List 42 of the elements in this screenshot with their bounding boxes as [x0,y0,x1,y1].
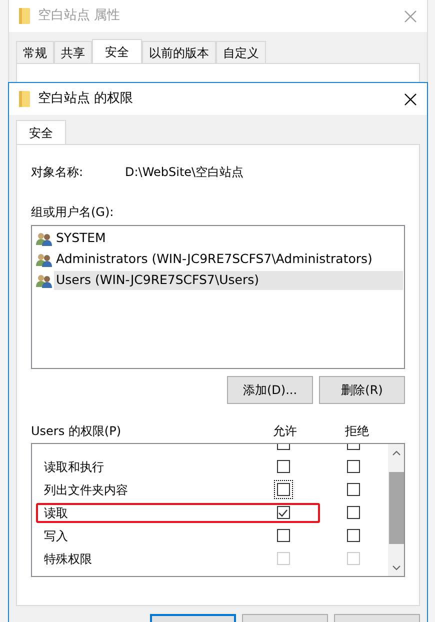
tab[interactable]: 常规 [16,41,54,63]
tab[interactable]: 以前的版本 [142,41,216,63]
deny-checkbox[interactable] [346,460,360,473]
add-button[interactable]: 添加(D)... [227,376,313,404]
tab[interactable]: 安全 [16,120,66,144]
user-item[interactable]: SYSTEM [54,229,108,248]
user-item[interactable]: Users (WIN-JC9RE7SCFS7\Users) [54,271,403,290]
users-label: 组或用户名(G): [31,204,114,221]
allow-checkbox[interactable] [276,483,290,496]
window-title: 空白站点 的权限 [38,90,134,108]
folder-icon [19,8,30,24]
allow-checkbox[interactable] [276,506,290,519]
object-path: D:\WebSite\空白站点 [125,164,244,181]
permission-name: 读取 [44,504,68,522]
permissions-label: Users 的权限(P) [31,423,122,440]
tab[interactable]: 自定义 [216,41,266,63]
scrollbar-thumb[interactable] [388,472,404,544]
allow-checkbox[interactable] [276,529,290,542]
deny-checkbox[interactable] [346,483,360,496]
users-icon [36,274,52,288]
scroll-up-icon[interactable] [392,450,400,456]
deny-header: 拒绝 [345,423,369,440]
allow-header: 允许 [273,423,297,440]
checkmark-icon [278,508,288,516]
users-icon [36,232,52,246]
permission-name: 读取和执行 [44,458,104,476]
object-name-label: 对象名称: [31,164,84,181]
tab[interactable]: 安全 [92,39,142,63]
window-title: 空白站点 属性 [38,7,120,26]
tab[interactable]: 共享 [54,41,92,63]
allow-checkbox[interactable] [276,460,290,473]
remove-button[interactable]: 删除(R) [319,376,405,404]
permission-name: 写入 [44,528,68,544]
permission-name: 列出文件夹内容 [44,482,128,498]
user-item[interactable]: Administrators (WIN-JC9RE7SCFS7\Administrators) [54,250,374,269]
scroll-down-icon[interactable] [392,565,400,571]
close-icon[interactable] [404,92,417,106]
users-icon [36,252,52,266]
deny-checkbox[interactable] [346,529,360,542]
deny-checkbox[interactable] [346,506,360,519]
folder-icon [19,91,30,107]
permission-name: 特殊权限 [44,550,92,568]
